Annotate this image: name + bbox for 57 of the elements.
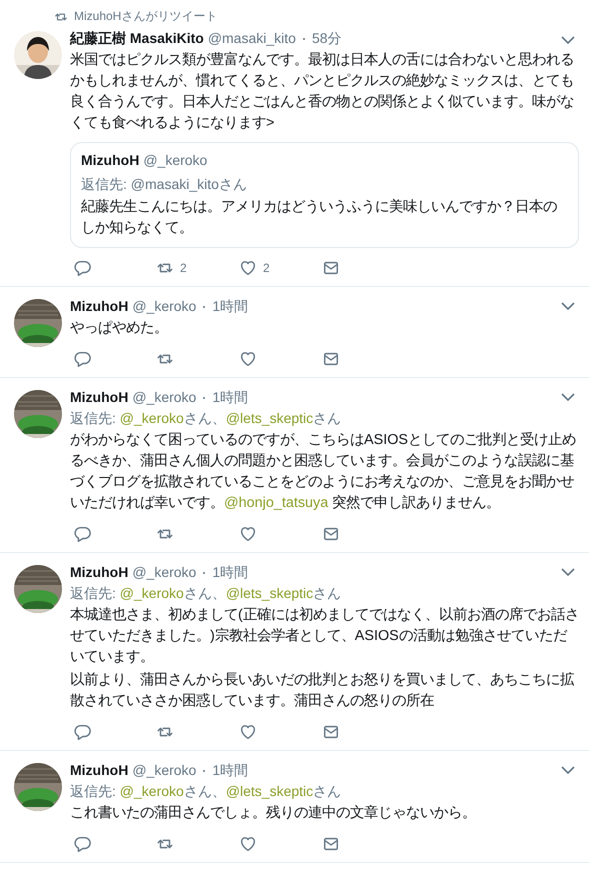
tweet-text: 紀藤先生こんにちは。アメリカはどういうふうに美味しいんですか？日本のしか知らなくて。 (81, 198, 558, 238)
separator-dot (203, 306, 206, 308)
tweet-time[interactable]: 58分 (312, 29, 342, 48)
chevron-down-icon[interactable] (561, 35, 575, 45)
reply-icon[interactable] (73, 835, 91, 853)
tweet-text: 以前より、蒲田さんから長いあいだの批判とお怒りを買いまして、あちこちに拡散されていささか困惑しています。蒲田さんの怒りの所在 (70, 671, 575, 711)
separator-dot (203, 572, 206, 574)
envelope-icon[interactable] (322, 723, 340, 741)
heart-icon[interactable] (239, 350, 257, 368)
separator-dot (203, 770, 206, 772)
user-handle: @masaki_kito (208, 29, 296, 48)
reply-to-line: 返信先: @_kerokoさん、@lets_skepticさん (70, 584, 342, 603)
heart-icon[interactable] (239, 259, 257, 277)
heart-icon[interactable] (239, 723, 257, 741)
chevron-down-icon[interactable] (561, 765, 575, 775)
reply-icon[interactable] (73, 350, 91, 368)
envelope-icon[interactable] (322, 259, 340, 277)
tweet-time[interactable]: 1時間 (212, 297, 248, 316)
user-handle: @_keroko (132, 563, 196, 582)
like-count: 2 (263, 261, 270, 275)
user-name: MizuhoH (70, 761, 128, 780)
separator-dot (203, 396, 206, 398)
tweet-text: 米国ではピクルス類が豊富なんです。最初は日本人の舌には合わないと思われるかもしれませんが、慣れてくると、パンとピクルスの絶妙なミックスは、とても良く合うんです。日本人だとごはんと香の物との関係とよく似ています。味がなくても食べれるようになります> (70, 50, 575, 133)
user-name: MizuhoH (81, 151, 140, 170)
envelope-icon[interactable] (322, 525, 340, 543)
chevron-down-icon[interactable] (561, 567, 575, 577)
user-name: MizuhoH (70, 297, 128, 316)
heart-icon[interactable] (239, 525, 257, 543)
user-handle: @_keroko (143, 151, 208, 170)
tweet-time[interactable]: 1時間 (212, 388, 248, 407)
tweet-time[interactable]: 1時間 (212, 563, 248, 582)
tweet-text: 本城達也さま、初めまして(正確には初めましてではなく、以前お酒の席でお話させていただきました。)宗教社会学者として、ASIOSの活動は勉強させていただいています。 (70, 606, 579, 667)
reply-icon[interactable] (73, 525, 91, 543)
reply-to-line: 返信先: @_kerokoさん、@lets_skepticさん (70, 782, 342, 801)
separator-dot (302, 38, 305, 40)
quoted-tweet[interactable]: MizuhoH @_keroko 返信先: @masaki_kitoさん 紀藤先生こんにちは。アメリカはどういうふうに美味しいんですか？日本のしか知らなくて。 (70, 142, 579, 248)
retweet-count: 2 (180, 261, 187, 275)
reply-icon[interactable] (73, 259, 91, 277)
envelope-icon[interactable] (322, 835, 340, 853)
reply-icon[interactable] (73, 723, 91, 741)
user-handle: @_keroko (132, 297, 196, 316)
tweet-text: がわからなくて困っているのですが、こちらはASIOSとしてのご批判と受け止めるべきか、蒲田さん個人の問題かと困惑しています。会員がこのような誤認に基づくブログを拡散されていることをどのようにお考えなのか、ご意見をお聞かせいただければ幸いです。@honjo_tatsuya 突然で申し訳ありません。 (70, 431, 577, 513)
chevron-down-icon[interactable] (561, 392, 575, 402)
user-name: MizuhoH (70, 563, 128, 582)
user-name: 紀藤正樹 MasakiKito (70, 29, 204, 48)
chevron-down-icon[interactable] (561, 301, 575, 311)
retweet-notice: MizuhoHさんがリツイート (74, 8, 218, 25)
user-handle: @_keroko (132, 388, 196, 407)
heart-icon[interactable] (239, 835, 257, 853)
tweet-text: これ書いたの蒲田さんでしょ。残りの連中の文章じゃないから。 (70, 804, 477, 823)
reply-to-line: 返信先: @_kerokoさん、@lets_skepticさん (70, 409, 342, 428)
user-handle: @_keroko (132, 761, 196, 780)
envelope-icon[interactable] (322, 350, 340, 368)
tweet-text: やっぱやめた。 (70, 319, 169, 338)
tweet-time[interactable]: 1時間 (212, 761, 248, 780)
reply-to-line: 返信先: @masaki_kitoさん (81, 175, 248, 194)
user-name: MizuhoH (70, 388, 128, 407)
